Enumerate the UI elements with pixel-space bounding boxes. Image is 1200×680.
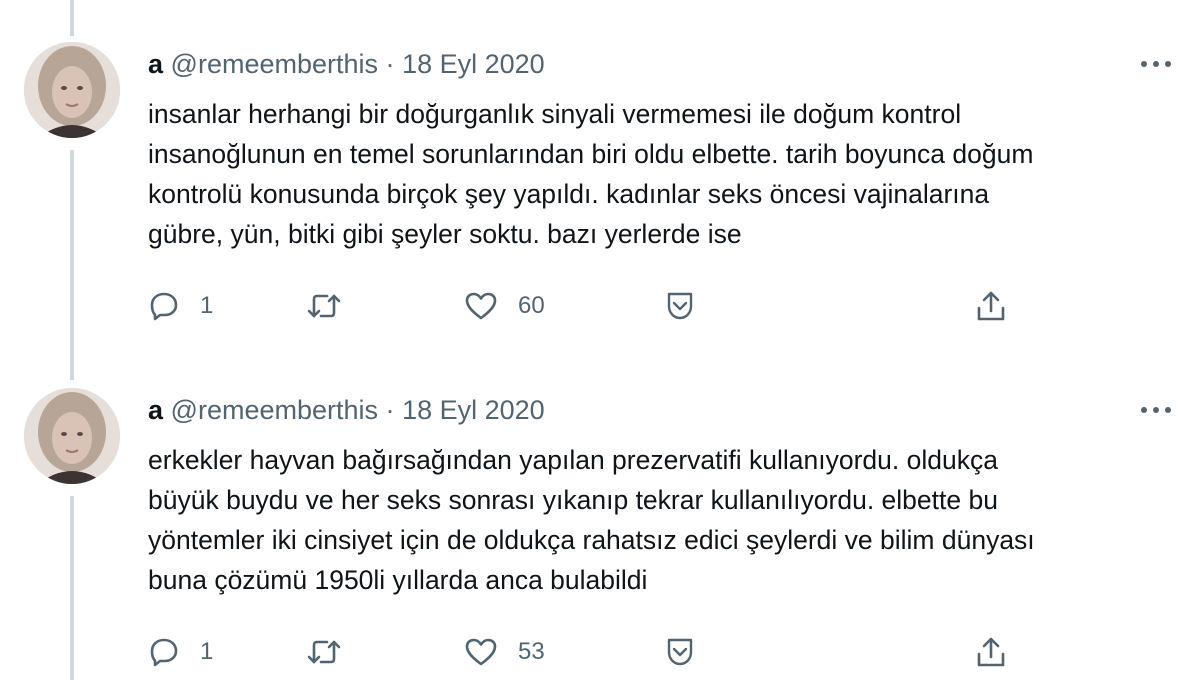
avatar-photo (24, 388, 120, 484)
tweet-actions: 1 53 (148, 632, 1188, 672)
tweet-header: a @remeemberthis · 18 Eyl 2020 (148, 394, 545, 426)
tweet-actions: 1 60 (148, 286, 1188, 326)
tweet-date[interactable]: 18 Eyl 2020 (402, 395, 545, 425)
tweet-header: a @remeemberthis · 18 Eyl 2020 (148, 48, 545, 80)
tweet-date[interactable]: 18 Eyl 2020 (402, 49, 545, 79)
like-button[interactable]: 53 (464, 632, 545, 672)
reply-button[interactable]: 1 (148, 632, 213, 672)
reply-icon (150, 638, 178, 667)
display-name[interactable]: a (148, 49, 163, 79)
retweet-icon (307, 640, 341, 664)
tweet-text: insanlar herhangi bir doğurganlık sinyal… (148, 99, 1034, 249)
tweet[interactable]: a @remeemberthis · 18 Eyl 2020 erkekler … (0, 384, 1200, 680)
more-icon (1141, 407, 1171, 413)
tweet[interactable]: a @remeemberthis · 18 Eyl 2020 insanlar … (0, 38, 1200, 338)
more-options-button[interactable] (1136, 398, 1176, 422)
avatar[interactable] (24, 42, 120, 138)
share-button[interactable] (974, 286, 1008, 326)
separator-dot: · (385, 49, 395, 79)
reply-icon (150, 292, 178, 321)
share-icon (977, 637, 1005, 667)
bookmark-icon (667, 292, 693, 320)
bookmark-button[interactable] (664, 286, 696, 326)
reply-button[interactable]: 1 (148, 286, 213, 326)
more-options-button[interactable] (1136, 52, 1176, 76)
retweet-button[interactable] (306, 632, 342, 672)
more-icon (1141, 61, 1171, 67)
retweet-icon (307, 294, 341, 318)
share-button[interactable] (974, 632, 1008, 672)
like-count: 60 (518, 292, 545, 319)
bookmark-icon (667, 638, 693, 666)
reply-count: 1 (200, 292, 214, 319)
retweet-button[interactable] (306, 286, 342, 326)
reply-count: 1 (200, 638, 214, 665)
share-icon (977, 291, 1005, 321)
like-count: 53 (518, 638, 545, 665)
bookmark-button[interactable] (664, 632, 696, 672)
display-name[interactable]: a (148, 395, 163, 425)
heart-icon (465, 292, 497, 320)
tweet-text: erkekler hayvan bağırsağından yapılan pr… (148, 445, 1035, 595)
heart-icon (465, 638, 497, 666)
separator-dot: · (385, 395, 395, 425)
avatar[interactable] (24, 388, 120, 484)
user-handle[interactable]: @remeemberthis (171, 395, 378, 425)
like-button[interactable]: 60 (464, 286, 545, 326)
user-handle[interactable]: @remeemberthis (171, 49, 378, 79)
avatar-photo (24, 42, 120, 138)
thread-connector-line (70, 0, 74, 36)
